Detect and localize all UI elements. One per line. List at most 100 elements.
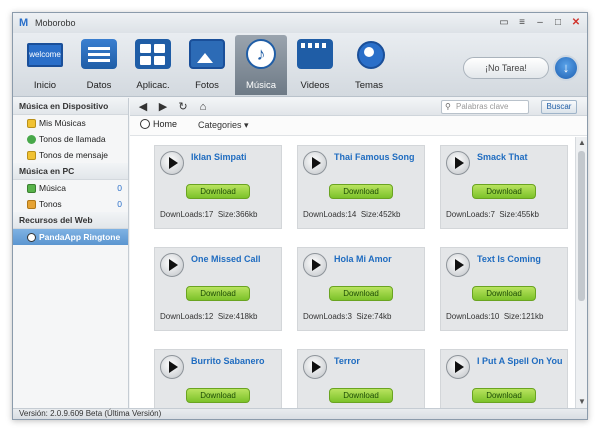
sidebar-item-tonos-mensaje[interactable]: Tonos de mensaje (13, 147, 128, 163)
play-icon[interactable] (446, 151, 470, 175)
song-title[interactable]: Iklan Simpati (191, 152, 247, 162)
categories-dropdown[interactable]: Categories ▾ (198, 120, 249, 131)
play-icon[interactable] (303, 151, 327, 175)
play-icon[interactable] (160, 253, 184, 277)
sidebar-item-tonos-pc[interactable]: Tonos 0 (13, 196, 128, 212)
play-icon[interactable] (303, 355, 327, 379)
scroll-down-icon[interactable]: ▼ (576, 396, 588, 408)
task-status-pill[interactable]: ¡No Tarea! (463, 57, 549, 79)
play-icon[interactable] (446, 253, 470, 277)
file-size: Size:455kb (499, 210, 539, 219)
breadcrumb-home[interactable]: Home (140, 119, 177, 129)
phone-icon (27, 134, 36, 144)
download-button[interactable]: Download (186, 286, 250, 301)
song-meta: DownLoads:14 Size:452kb (303, 210, 400, 219)
file-size: Size:366kb (217, 210, 258, 219)
play-icon[interactable] (303, 253, 327, 277)
ringtone-card: Iklan Simpati Download DownLoads:17 Size… (154, 145, 282, 229)
scroll-up-icon[interactable]: ▲ (576, 137, 588, 149)
browser-nav-bar: ◀ ▶ ↻ ⌂ ⚲ Palabras clave Buscar (130, 98, 587, 116)
nav-label: Música (245, 80, 277, 91)
nav-datos[interactable]: Datos (73, 35, 125, 95)
song-meta: DownLoads:10 Size:121kb (446, 312, 543, 321)
nav-inicio[interactable]: welcome Inicio (19, 35, 71, 95)
download-button[interactable]: Download (329, 286, 393, 301)
sidebar-item-label: Música (39, 183, 66, 193)
home-icon[interactable]: ⌂ (196, 100, 210, 114)
main-toolbar: welcome Inicio Datos Aplicac. Fotos Músi… (13, 33, 587, 97)
download-button[interactable]: Download (472, 286, 536, 301)
song-title[interactable]: Terror (334, 356, 360, 366)
search-placeholder: Palabras clave (456, 102, 509, 111)
message-icon (27, 150, 36, 160)
menu-icon[interactable]: ≡ (515, 16, 529, 30)
song-title[interactable]: I Put A Spell On You (477, 356, 563, 366)
nav-temas[interactable]: Temas (343, 35, 395, 95)
nav-label: Videos (300, 80, 330, 91)
sidebar-item-mis-musicas[interactable]: Mis Músicas (13, 115, 128, 131)
panda-icon (140, 119, 150, 129)
play-icon[interactable] (160, 151, 184, 175)
maximize-button[interactable]: □ (551, 16, 565, 30)
ringtone-card: Text Is Coming Download DownLoads:10 Siz… (440, 247, 568, 331)
ringtone-grid: Iklan Simpati Download DownLoads:17 Size… (130, 137, 575, 408)
play-icon[interactable] (160, 355, 184, 379)
content-area: ◀ ▶ ↻ ⌂ ⚲ Palabras clave Buscar Home Cat… (130, 98, 587, 408)
file-size: Size:74kb (356, 312, 392, 321)
nav-videos[interactable]: Videos (289, 35, 341, 95)
minimize-button[interactable]: – (533, 16, 547, 30)
sidebar-item-label: Tonos de llamada (39, 134, 106, 144)
download-count: DownLoads:17 (160, 210, 214, 219)
download-button[interactable]: Download (186, 184, 250, 199)
sidebar-item-musica-pc[interactable]: Música 0 (13, 180, 128, 196)
download-manager-button[interactable]: ↓ (553, 55, 579, 81)
download-button[interactable]: Download (472, 184, 536, 199)
nav-label: Fotos (195, 80, 219, 91)
music-icon (246, 39, 276, 69)
nav-aplicaciones[interactable]: Aplicac. (127, 35, 179, 95)
app-window: M Moborobo ▭ ≡ – □ ✕ welcome Inicio Dato… (12, 12, 588, 420)
search-input[interactable]: ⚲ Palabras clave (441, 100, 529, 114)
scroll-thumb[interactable] (578, 151, 585, 301)
vertical-scrollbar[interactable]: ▲ ▼ (575, 137, 587, 408)
nav-label: Inicio (33, 80, 57, 91)
tones-folder-icon (27, 199, 36, 209)
breadcrumb-home-label: Home (153, 119, 178, 129)
song-title[interactable]: Text Is Coming (477, 254, 541, 264)
sidebar-header-pc: Música en PC (13, 163, 128, 180)
download-button[interactable]: Download (329, 388, 393, 403)
download-button[interactable]: Download (329, 184, 393, 199)
sidebar-item-tonos-llamada[interactable]: Tonos de llamada (13, 131, 128, 147)
nav-label: Datos (86, 80, 112, 91)
close-button[interactable]: ✕ (569, 16, 583, 30)
nav-label: Aplicac. (136, 80, 170, 91)
categories-label: Categories (198, 120, 242, 130)
nav-fotos[interactable]: Fotos (181, 35, 233, 95)
song-meta: DownLoads:17 Size:366kb (160, 210, 257, 219)
song-title[interactable]: Burrito Sabanero (191, 356, 265, 366)
sidebar-item-label: Tonos de mensaje (39, 150, 108, 160)
download-button[interactable]: Download (472, 388, 536, 403)
sidebar: Música en Dispositivo Mis Músicas Tonos … (13, 98, 129, 408)
sidebar-item-pandaapp[interactable]: PandaApp Ringtone (13, 229, 128, 245)
song-title[interactable]: One Missed Call (191, 254, 261, 264)
ringtone-card: Smack That Download DownLoads:7 Size:455… (440, 145, 568, 229)
song-title[interactable]: Thai Famous Song (334, 152, 415, 162)
forward-arrow-icon[interactable]: ▶ (156, 100, 170, 114)
song-title[interactable]: Hola Mi Amor (334, 254, 392, 264)
file-size: Size:418kb (217, 312, 258, 321)
back-arrow-icon[interactable]: ◀ (136, 100, 150, 114)
sidebar-item-label: Tonos (39, 199, 62, 209)
search-icon: ⚲ (445, 102, 451, 111)
welcome-icon: welcome (27, 43, 63, 67)
ringtone-card: Thai Famous Song Download DownLoads:14 S… (297, 145, 425, 229)
search-button[interactable]: Buscar (541, 100, 577, 114)
nav-musica[interactable]: Música (235, 35, 287, 95)
refresh-icon[interactable]: ↻ (176, 100, 190, 114)
videos-icon (297, 39, 333, 69)
song-title[interactable]: Smack That (477, 152, 528, 162)
sidebar-header-device: Música en Dispositivo (13, 98, 128, 115)
feedback-icon[interactable]: ▭ (497, 16, 511, 30)
play-icon[interactable] (446, 355, 470, 379)
download-button[interactable]: Download (186, 388, 250, 403)
